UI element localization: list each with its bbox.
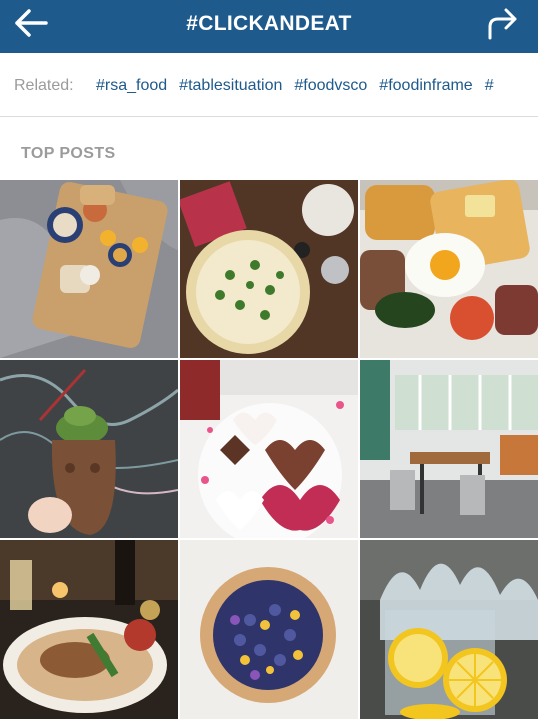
post-thumbnail-blueberry-tart[interactable] xyxy=(180,540,358,719)
related-tag[interactable]: #foodvsco xyxy=(294,77,367,94)
related-tags-bar: Related: #rsa_food #tablesituation #foodvs… xyxy=(0,53,538,117)
share-arrow-icon xyxy=(488,8,517,40)
post-thumbnail-pizza[interactable] xyxy=(180,180,358,358)
post-thumbnail-chocolates[interactable] xyxy=(180,360,358,538)
dinner-image xyxy=(0,540,178,719)
top-bar: #CLICKANDEAT xyxy=(0,0,538,53)
post-thumbnail-taiyaki[interactable] xyxy=(0,360,178,538)
post-thumbnail-breakfast-tray[interactable] xyxy=(0,180,178,358)
related-label: Related: xyxy=(14,77,74,94)
related-tag[interactable]: #foodinframe xyxy=(379,77,472,94)
related-tag[interactable]: # xyxy=(485,77,494,94)
section-title: TOP POSTS xyxy=(21,145,116,162)
breakfast-tray-image xyxy=(0,180,178,358)
restaurant-image xyxy=(360,360,538,538)
post-thumbnail-restaurant[interactable] xyxy=(360,360,538,538)
taiyaki-image xyxy=(0,360,178,538)
related-tag[interactable]: #rsa_food xyxy=(96,77,167,94)
english-breakfast-image xyxy=(360,180,538,358)
related-tags-list: #rsa_food #tablesituation #foodvsco #foodin… xyxy=(96,77,506,95)
page-title: #CLICKANDEAT xyxy=(186,12,352,35)
post-thumbnail-english-breakfast[interactable] xyxy=(360,180,538,358)
chocolates-image xyxy=(180,360,358,538)
lemon-splash-image xyxy=(360,540,538,719)
post-thumbnail-lemon-splash[interactable] xyxy=(360,540,538,719)
blueberry-tart-image xyxy=(180,540,358,719)
related-tag[interactable]: #tablesituation xyxy=(179,77,282,94)
post-thumbnail-dinner[interactable] xyxy=(0,540,178,719)
share-button[interactable] xyxy=(484,5,520,41)
pizza-image xyxy=(180,180,358,358)
